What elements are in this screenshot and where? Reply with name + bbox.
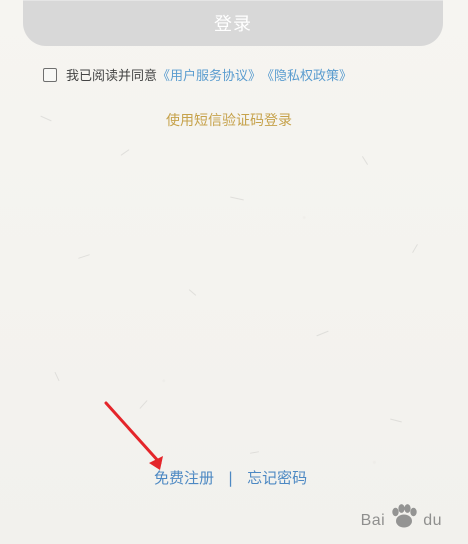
paper-fiber (412, 243, 418, 254)
paper-fiber (40, 115, 52, 122)
paper-fiber (188, 289, 197, 296)
agreement-checkbox[interactable] (43, 67, 57, 82)
login-button[interactable]: 登录 (23, 0, 443, 46)
sms-login-link[interactable]: 使用短信验证码登录 (166, 110, 292, 130)
agreement-prefix: 我已阅读并同意 (66, 69, 158, 84)
bottom-links: 免费注册 | 忘记密码 (154, 467, 307, 488)
paper-fiber (249, 451, 260, 454)
agreement-row: 我已阅读并同意 《用户服务协议》 《隐私权政策》 (43, 65, 352, 84)
paper-fiber (230, 196, 244, 201)
paper-fiber (361, 155, 369, 166)
paper-fiber (54, 371, 60, 382)
forgot-password-link[interactable]: 忘记密码 (247, 467, 307, 488)
paper-fiber (316, 330, 329, 337)
link-separator: | (228, 468, 234, 487)
privacy-policy-link[interactable]: 《隐私权政策》 (261, 65, 352, 84)
register-link[interactable]: 免费注册 (154, 467, 214, 488)
paper-fiber (78, 254, 90, 259)
user-service-agreement-link[interactable]: 《用户服务协议》 (157, 65, 261, 84)
paper-fiber (120, 149, 130, 156)
paper-fiber (390, 418, 402, 423)
paper-fiber (139, 400, 148, 409)
